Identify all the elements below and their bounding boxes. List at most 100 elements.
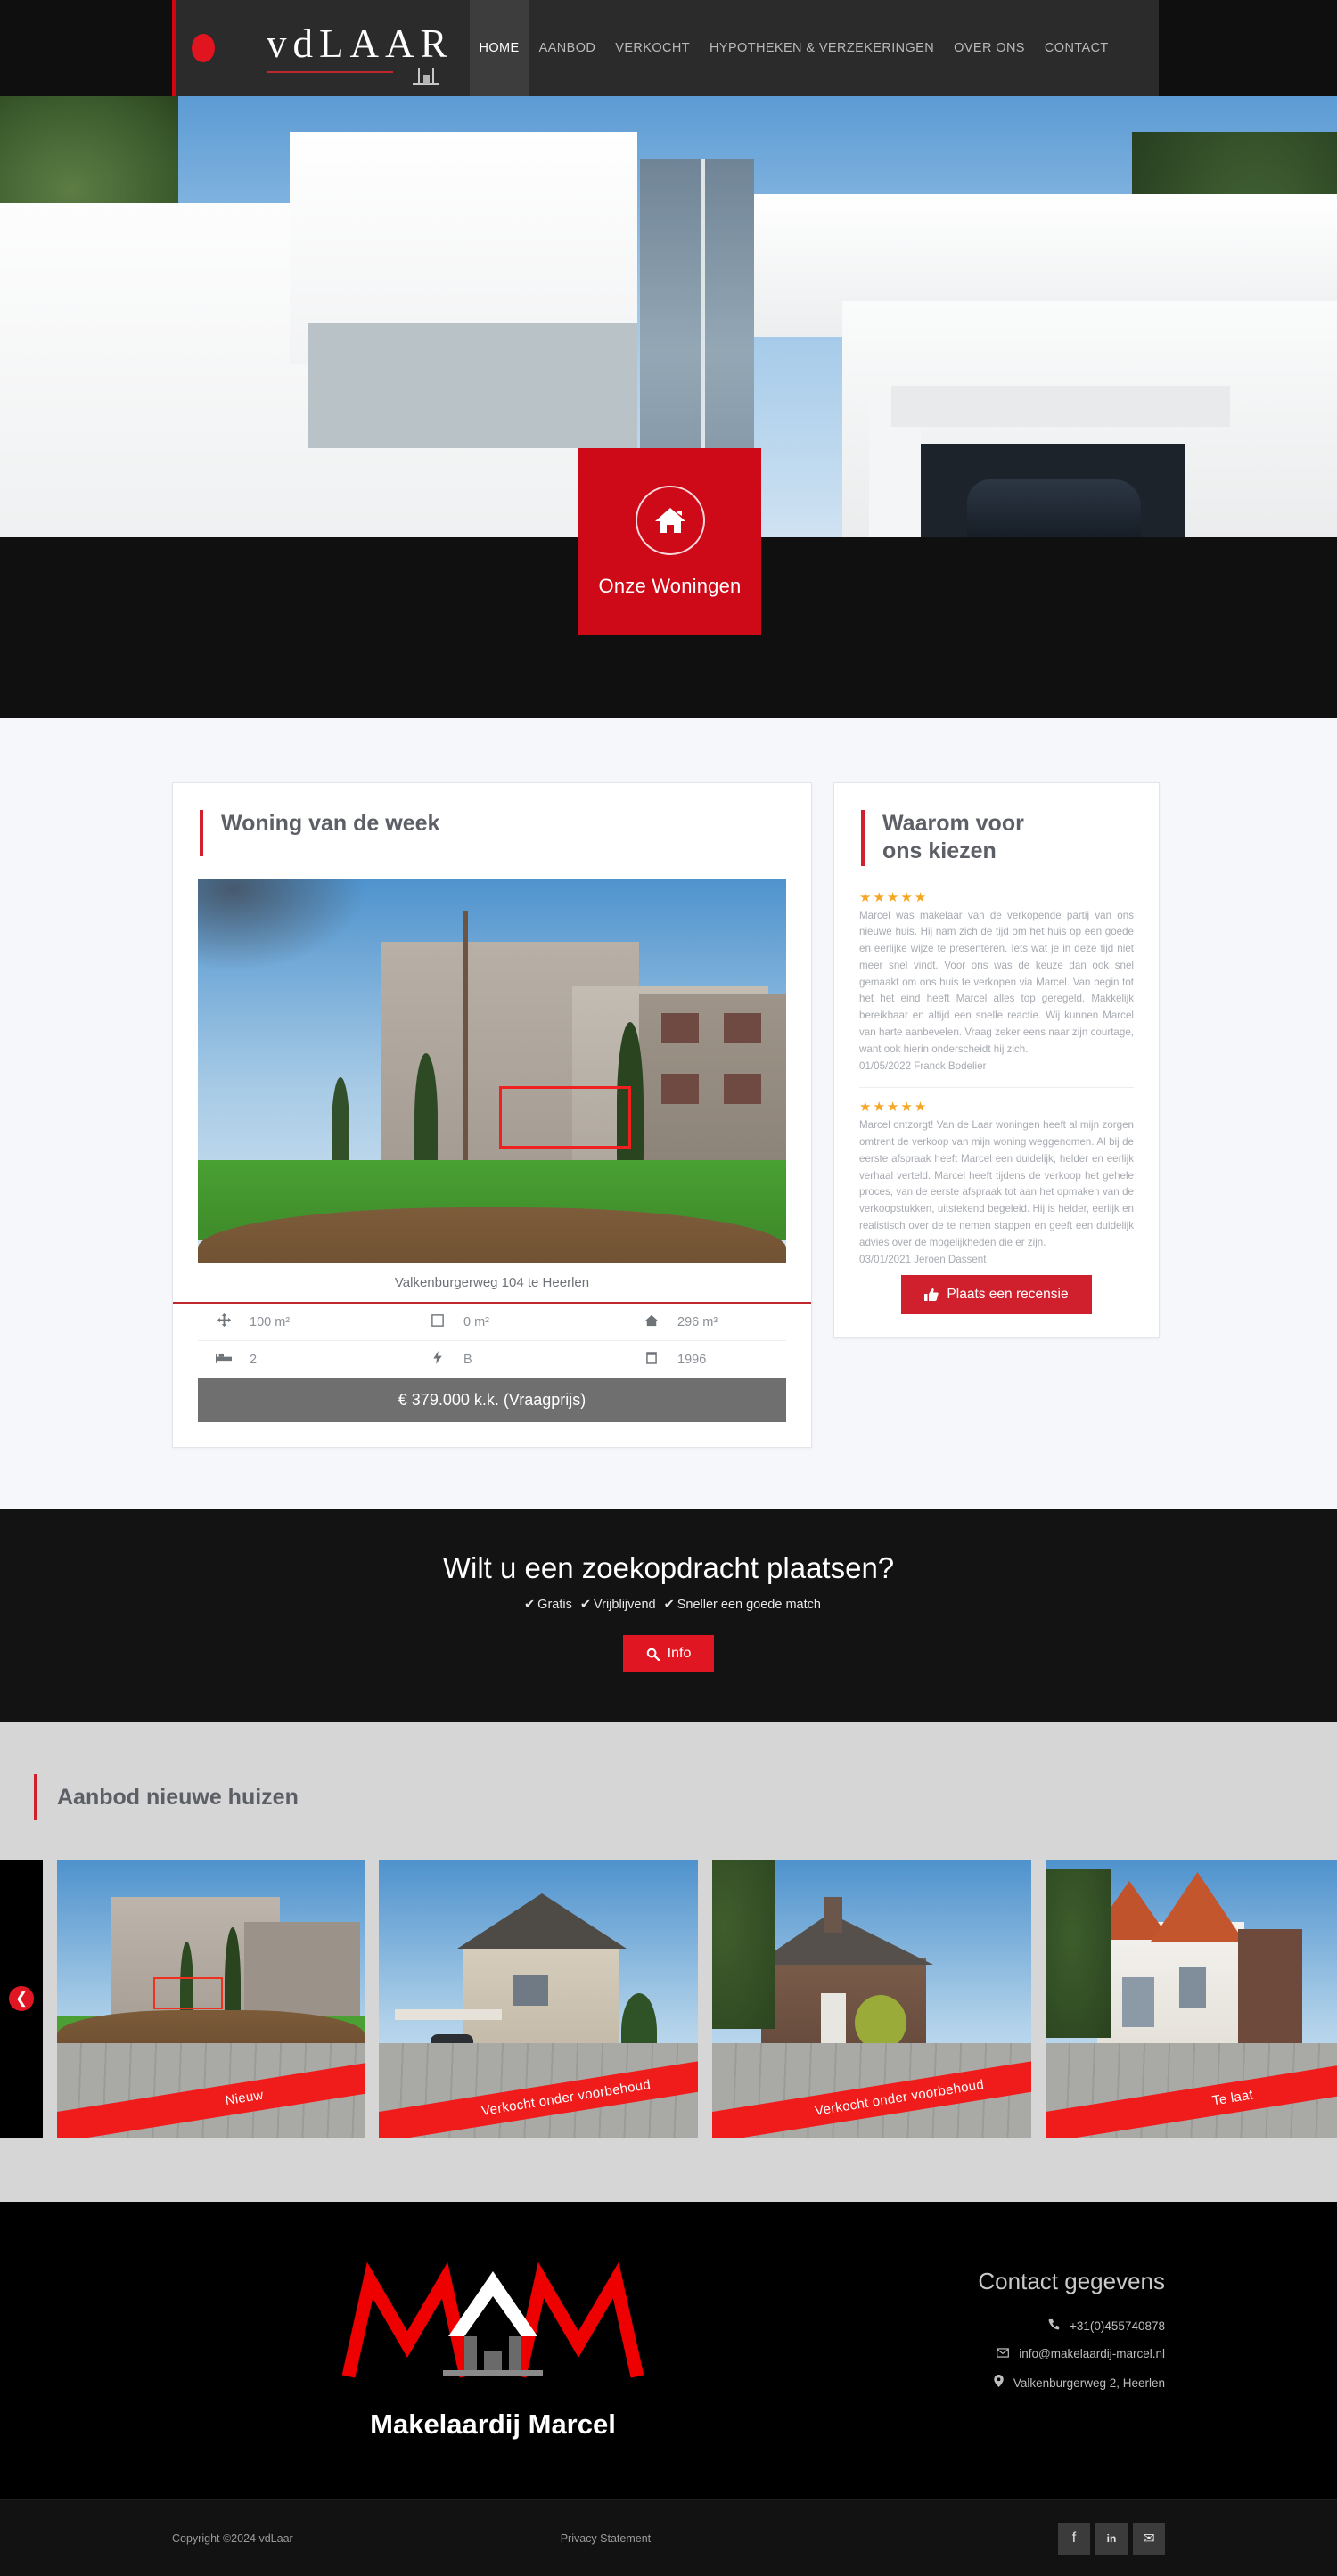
listings-title-accent (34, 1774, 37, 1820)
listing-carport-roof (395, 2009, 502, 2020)
property-branches (198, 879, 376, 977)
property-photo[interactable] (198, 879, 786, 1263)
listing-card[interactable]: Verkocht onder voorbehoud (379, 1860, 698, 2138)
house-solid-icon (626, 1304, 677, 1341)
reviews-card-header: Waarom voor ons kiezen (834, 783, 1159, 889)
reviews-card: Waarom voor ons kiezen ★★★★★ Marcel was … (833, 782, 1160, 1339)
footer-privacy-link[interactable]: Privacy Statement (561, 2532, 651, 2545)
footer-logo-column: Makelaardij Marcel (172, 2252, 814, 2441)
linkedin-icon[interactable]: in (1095, 2522, 1128, 2555)
phone-icon (1048, 2318, 1060, 2333)
envelope-icon (997, 2347, 1010, 2360)
search-icon (646, 1648, 660, 1661)
brand-mark: vdLAAR (267, 23, 454, 85)
facebook-icon[interactable]: f (1058, 2522, 1090, 2555)
bed-icon (198, 1340, 250, 1378)
spec-row: 2 B 1996 (198, 1340, 786, 1378)
onze-woningen-label: Onze Woningen (598, 575, 742, 597)
nav-item-over-ons[interactable]: OVER ONS (944, 0, 1035, 96)
header-bar: vdLAAR HOME AANBOD VERKOCHT HYPOTHEKEN &… (172, 0, 1159, 96)
review-text: Marcel was makelaar van de verkopende pa… (859, 909, 1134, 1055)
check-icon: ✔ (524, 1598, 536, 1612)
week-title-accent (200, 810, 203, 856)
nav-item-contact[interactable]: CONTACT (1035, 0, 1119, 96)
listing-card[interactable]: Nieuw (57, 1860, 365, 2138)
property-address: Valkenburgerweg 104 te Heerlen (173, 1263, 811, 1304)
calendar-icon (626, 1340, 677, 1378)
zoekopdracht-cta-band: Wilt u een zoekopdracht plaatsen? ✔ Grati… (0, 1509, 1337, 1722)
brand-dot-icon (192, 34, 215, 62)
listing-window (1122, 1977, 1154, 2027)
contact-phone[interactable]: +31(0)455740878 (814, 2318, 1165, 2333)
listing-door (821, 1993, 846, 2045)
footer-contact: Contact gegevens +31(0)455740878 info@ma… (814, 2252, 1165, 2404)
footer-copyright: Copyright ©2024 vdLaar (172, 2531, 293, 2545)
property-window (661, 1013, 699, 1043)
square-outline-icon (412, 1304, 463, 1341)
nav-item-home[interactable]: HOME (469, 0, 529, 96)
brand-underline (267, 70, 393, 73)
benefit-vrijblijvend: Vrijblijvend (594, 1598, 656, 1612)
zoekopdracht-title: Wilt u een zoekopdracht plaatsen? (442, 1551, 895, 1584)
info-button-label: Info (667, 1646, 692, 1661)
listing-shrub (855, 1995, 906, 2050)
contact-email-text: info@makelaardij-marcel.nl (1019, 2347, 1165, 2360)
main-content: Woning van de week Valkenburgerweg 104 t… (0, 718, 1337, 1448)
footer-inner: Makelaardij Marcel Contact gegevens +31(… (0, 2252, 1337, 2441)
listing-card[interactable]: Te laat (1046, 1860, 1337, 2138)
hero-soffit-right (891, 386, 1230, 427)
footer-social-links: f in ✉ (1058, 2522, 1165, 2555)
footer-bottom-bar: Copyright ©2024 vdLaar Privacy Statement… (0, 2499, 1337, 2576)
rating-stars: ★★★★★ (859, 1100, 929, 1116)
plaats-een-recensie-label: Plaats een recensie (947, 1287, 1069, 1303)
property-spec-table: 100 m² 0 m² 296 m³ 2 B 1996 (198, 1304, 786, 1378)
listing-tree (1046, 1869, 1111, 2038)
nav-item-aanbod[interactable]: AANBOD (529, 0, 606, 96)
reviews-card-title: Waarom voor ons kiezen (882, 811, 1024, 864)
info-button[interactable]: Info (622, 1635, 715, 1672)
review-signature: 01/05/2022 Franck Bodelier (859, 1059, 987, 1072)
spec-bedrooms: 2 (250, 1340, 412, 1378)
plaats-een-recensie-button[interactable]: Plaats een recensie (901, 1275, 1092, 1315)
header-accent-stripe (172, 0, 176, 96)
thumbs-up-icon (924, 1288, 939, 1302)
house-icon (654, 508, 685, 533)
carousel-prev-button[interactable]: ❮ (9, 1986, 34, 2011)
spec-living-area: 100 m² (250, 1304, 412, 1341)
listing-chimney (824, 1897, 842, 1933)
listings-section: Aanbod nieuwe huizen ❮ Nieuw Verkocht on… (0, 1722, 1337, 2202)
onze-woningen-button[interactable]: Onze Woningen (578, 448, 761, 635)
brand-building-icon (412, 67, 439, 85)
brand-logo[interactable]: vdLAAR (172, 23, 454, 85)
contact-address[interactable]: Valkenburgerweg 2, Heerlen (814, 2375, 1165, 2390)
property-window (724, 1013, 761, 1043)
benefit-gratis: Gratis (537, 1598, 572, 1612)
property-window (661, 1074, 699, 1104)
spec-row: 100 m² 0 m² 296 m³ (198, 1304, 786, 1341)
listing-card[interactable]: Verkocht onder voorbehoud (712, 1860, 1031, 2138)
nav-item-hypotheken[interactable]: HYPOTHEKEN & VERZEKERINGEN (700, 0, 944, 96)
hero-dark-band: Onze Woningen (0, 448, 1337, 718)
check-icon: ✔ (579, 1598, 591, 1612)
cards-row: Woning van de week Valkenburgerweg 104 t… (0, 782, 1337, 1448)
arrows-move-icon (198, 1304, 250, 1341)
zoekopdracht-benefits: ✔ Gratis ✔ Vrijblijvend ✔ Sneller een goede m… (0, 1598, 1337, 1612)
email-icon[interactable]: ✉ (1133, 2522, 1165, 2555)
rating-stars: ★★★★★ (859, 889, 929, 905)
hero-soffit-left (308, 323, 637, 448)
house-icon-circle (635, 486, 705, 555)
spec-volume: 296 m³ (677, 1304, 786, 1341)
nav-item-verkocht[interactable]: VERKOCHT (605, 0, 700, 96)
listings-carousel: ❮ Nieuw Verkocht onder voorbehoud Verkoc… (0, 1860, 1337, 2138)
reviews-title-accent (861, 810, 865, 866)
listing-window (1179, 1967, 1206, 2008)
benefit-match: Sneller een goede match (677, 1598, 821, 1612)
contact-address-text: Valkenburgerweg 2, Heerlen (1013, 2376, 1165, 2390)
map-pin-icon (994, 2375, 1004, 2390)
contact-email[interactable]: info@makelaardij-marcel.nl (814, 2347, 1165, 2360)
contact-phone-text: +31(0)455740878 (1070, 2319, 1165, 2333)
week-card-title: Woning van de week (221, 811, 440, 836)
site-header: vdLAAR HOME AANBOD VERKOCHT HYPOTHEKEN &… (0, 0, 1337, 96)
listings-header: Aanbod nieuwe huizen (0, 1774, 1337, 1820)
reviews-body: ★★★★★ Marcel was makelaar van de verkope… (834, 889, 1159, 1269)
